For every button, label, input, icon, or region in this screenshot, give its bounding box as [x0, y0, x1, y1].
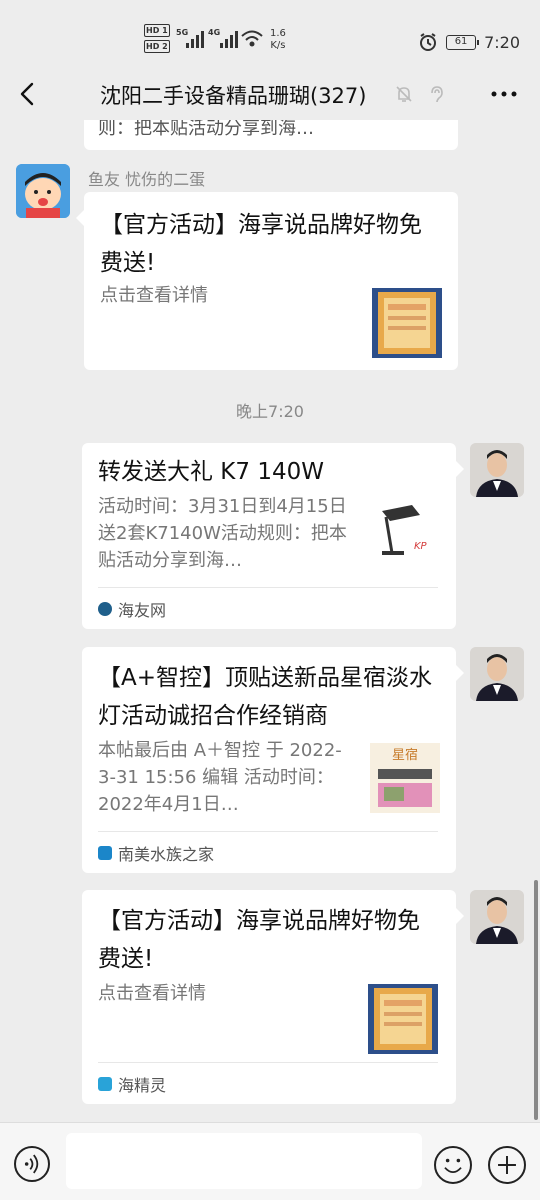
card-title: 【A+智控】顶贴送新品星宿淡水灯活动诚招合作经销商 [98, 665, 433, 729]
sender-name: 鱼友 忧伤的二蛋 [88, 170, 206, 189]
cartoon-avatar-icon [16, 164, 70, 218]
person-photo-icon [470, 443, 524, 497]
wifi-icon [241, 30, 263, 47]
input-bar [0, 1122, 540, 1200]
signal2-icon [220, 30, 238, 48]
thumbnail-label: 星宿 [392, 747, 418, 763]
hd1-badge: HD 1 [144, 24, 170, 37]
clock: 7:20 [484, 32, 520, 52]
my-avatar[interactable] [470, 647, 524, 701]
hd-indicator: HD 1 HD 2 [144, 24, 170, 53]
voice-icon[interactable] [14, 1146, 50, 1182]
ear-icon [431, 86, 443, 103]
previous-message-card[interactable]: 则：把本贴活动分享到海… [84, 120, 458, 150]
source-name: 海友网 [118, 600, 167, 620]
card-title: 【官方活动】海享说品牌好物免费送! [100, 212, 422, 276]
speed-value: 1.6 [270, 28, 286, 39]
more-icon[interactable] [490, 84, 518, 104]
status-right: 61 7:20 [418, 32, 520, 52]
previous-card-text: 则：把本贴活动分享到海… [98, 120, 314, 139]
light-product-icon: 星宿 [370, 743, 440, 813]
source-name: 海精灵 [118, 1075, 167, 1095]
timestamp: 晚上7:20 [236, 402, 304, 421]
card-title: 【官方活动】海享说品牌好物免费送! [98, 908, 420, 972]
chat-area[interactable]: 则：把本贴活动分享到海… 鱼友 忧伤的二蛋 【官方活动】海享说品牌好物免费送! … [0, 120, 540, 1122]
speed-unit: K/s [270, 40, 286, 51]
card-thumbnail [372, 288, 442, 358]
scrollbar[interactable] [534, 880, 538, 1120]
card-title: 转发送大礼 K7 140W [98, 459, 324, 485]
plus-icon[interactable] [488, 1146, 526, 1184]
card-source: 海友网 [98, 587, 438, 629]
source-logo-icon [98, 845, 112, 860]
chat-header: 沈阳二手设备精品珊瑚(327) [0, 62, 540, 126]
card-description: 本帖最后由 A＋智控 于 2022-3-31 15:56 编辑 活动时间：202… [98, 740, 342, 815]
mute-bell-icon [396, 86, 412, 102]
header-status-icons [394, 84, 446, 104]
message-input[interactable] [66, 1133, 422, 1189]
battery-icon: 61 [446, 34, 480, 50]
card-description: 点击查看详情 [100, 285, 208, 306]
my-avatar[interactable] [470, 443, 524, 497]
thumbnail-image-icon [372, 288, 442, 358]
card-thumbnail: KP [372, 501, 442, 571]
thumbnail-image-icon [368, 984, 438, 1054]
card-description: 活动时间：3月31日到4月15日送2套K7140W活动规则：把本贴活动分享到海… [98, 496, 347, 571]
alarm-icon [420, 33, 437, 51]
source-logo-icon [98, 1076, 112, 1091]
card-thumbnail: 星宿 [370, 743, 440, 813]
link-card[interactable]: 【官方活动】海享说品牌好物免费送! 点击查看详情 [76, 192, 458, 370]
signal1-icon [186, 30, 204, 48]
my-avatar[interactable] [470, 890, 524, 944]
card-source: 南美水族之家 [98, 831, 438, 873]
svg-text:KP: KP [414, 541, 428, 552]
person-photo-icon [470, 647, 524, 701]
card-thumbnail [368, 984, 438, 1054]
card-source: 海精灵 [98, 1062, 438, 1104]
link-card[interactable]: 转发送大礼 K7 140W 活动时间：3月31日到4月15日送2套K7140W活… [82, 443, 464, 629]
person-photo-icon [470, 890, 524, 944]
net2-label: 4G [208, 28, 221, 37]
lamp-product-icon: KP [372, 501, 442, 571]
group-title: 沈阳二手设备精品珊瑚(327) [100, 84, 367, 108]
source-name: 南美水族之家 [118, 844, 215, 864]
card-description: 点击查看详情 [98, 983, 206, 1004]
source-logo-icon [98, 601, 112, 616]
link-card[interactable]: 【官方活动】海享说品牌好物免费送! 点击查看详情 海精灵 [82, 890, 464, 1104]
emoji-icon[interactable] [434, 1146, 472, 1184]
back-arrow-icon[interactable] [14, 80, 42, 108]
link-card[interactable]: 【A+智控】顶贴送新品星宿淡水灯活动诚招合作经销商 本帖最后由 A＋智控 于 2… [82, 647, 464, 873]
sender-avatar[interactable] [16, 164, 70, 218]
hd2-badge: HD 2 [144, 40, 170, 53]
net-speed: 1.6 K/s [270, 28, 286, 52]
